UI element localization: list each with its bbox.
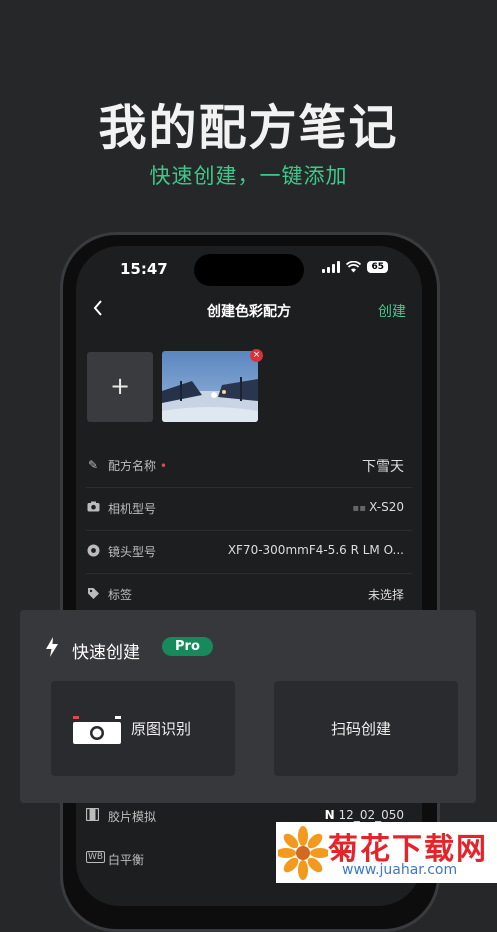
status-time: 15:47: [120, 260, 168, 278]
recipe-name-value[interactable]: 下雪天: [362, 456, 404, 476]
photo-recognize-label: 原图识别: [131, 720, 192, 738]
pro-badge: Pro: [162, 637, 213, 656]
film-simulation-label: 胶片模拟: [108, 810, 157, 824]
lightning-icon: [46, 637, 58, 657]
wb-icon: WB: [86, 851, 106, 863]
camera-brand-logo: ▪▪: [352, 503, 370, 514]
dynamic-island: [194, 254, 304, 286]
aperture-icon: [86, 544, 100, 558]
remove-photo-button[interactable]: ×: [250, 349, 263, 362]
white-balance-label: 白平衡: [108, 853, 145, 867]
photo-thumbnail[interactable]: [162, 351, 258, 422]
lens-label: 镜头型号: [108, 545, 157, 559]
film-simulation-value: N 12_02_050: [324, 808, 404, 822]
tag-icon: [86, 587, 100, 601]
tag-label: 标签: [108, 588, 133, 602]
recipe-name-label: 配方名称 •: [108, 459, 167, 473]
nav-title: 创建色彩配方: [207, 304, 291, 320]
add-photo-button[interactable]: +: [87, 352, 153, 422]
battery-icon: 65: [367, 261, 388, 273]
wifi-icon: [346, 261, 362, 273]
watermark-url: www.juahar.com: [342, 862, 458, 878]
camera-icon: [86, 501, 100, 515]
required-mark: •: [159, 459, 167, 473]
watermark: 菊花下载网 www.juahar.com: [276, 822, 497, 883]
lens-value: XF70-300mmF4-5.6 R LM O...: [227, 543, 404, 557]
promo-subline: 快速创建，一键添加: [149, 164, 348, 188]
camera-scan-icon: [73, 716, 121, 744]
film-icon: [85, 807, 100, 824]
scan-create-label: 扫码创建: [331, 720, 392, 738]
status-icons: 65: [322, 261, 388, 273]
snow-road-photo: [162, 351, 258, 422]
quick-create-title: 快速创建: [72, 643, 140, 663]
chrysanthemum-logo: [278, 826, 328, 880]
quick-create-panel: 快速创建 Pro 原图识别 扫码创建: [20, 610, 476, 803]
signal-icon: [322, 261, 341, 273]
scan-create-button[interactable]: 扫码创建: [274, 681, 458, 776]
pencil-icon: ✎: [87, 458, 99, 472]
nav-bar: 创建色彩配方 创建: [76, 296, 422, 326]
camera-value: ▪▪ X-S20: [352, 500, 404, 514]
film-code-icon: N: [324, 808, 335, 822]
lens-row[interactable]: 镜头型号 XF70-300mmF4-5.6 R LM O...: [86, 530, 412, 574]
recipe-name-row[interactable]: ✎ 配方名称 • 下雪天: [86, 444, 412, 488]
create-button[interactable]: 创建: [378, 301, 406, 321]
camera-row[interactable]: 相机型号 ▪▪ X-S20: [86, 487, 412, 531]
photo-recognize-button[interactable]: 原图识别: [51, 681, 235, 776]
camera-label: 相机型号: [108, 502, 157, 516]
promo-headline: 我的配方笔记: [98, 100, 399, 156]
tag-value: 未选择: [367, 588, 404, 602]
